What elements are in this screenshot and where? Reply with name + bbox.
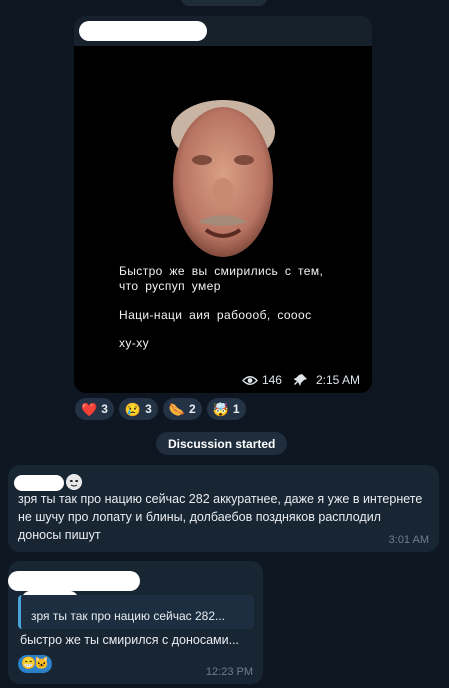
reaction-emojis-icon: 😁🐱 [21, 656, 49, 670]
caption-line: ху-ху [119, 336, 149, 350]
avatar [66, 474, 82, 490]
post-image[interactable]: Быстро же вы смирились с тем, что руспуп… [74, 46, 372, 393]
redacted-channel-name [79, 21, 207, 41]
reaction-mindblown[interactable]: 🤯 1 [206, 398, 246, 420]
comment-reactions[interactable]: 😁🐱 [18, 655, 52, 673]
redacted-sender-name [14, 475, 64, 491]
portrait-image [171, 100, 275, 257]
reactions-row: ❤️ 3 😢 3 🌭 2 🤯 1 [75, 398, 246, 420]
discussion-started-label: Discussion started [156, 432, 288, 455]
heart-icon: ❤️ [81, 401, 98, 417]
reaction-heart[interactable]: ❤️ 3 [75, 398, 114, 420]
comment-bubble[interactable]: зря ты так про нацию сейчас 282... быстр… [8, 561, 263, 684]
eye-icon [241, 375, 258, 385]
caption-line: Наци-наци аия рабоооб, сооос [119, 308, 312, 322]
crying-face-icon: 😢 [124, 401, 142, 417]
reaction-count: 1 [232, 402, 240, 416]
reply-quote[interactable]: зря ты так про нацию сейчас 282... [18, 595, 254, 629]
reaction-count: 3 [101, 402, 108, 416]
hotdog-icon: 🌭 [168, 401, 185, 417]
comment-time: 3:01 AM [388, 534, 429, 546]
comment-text: быстро же ты смирился с доносами... [20, 633, 240, 647]
pin-icon [293, 374, 307, 386]
reaction-count: 2 [188, 402, 196, 416]
views-count: 146 [261, 373, 282, 387]
post-meta: 146 2:15 AM [241, 373, 360, 387]
channel-post[interactable]: Быстро же вы смирились с тем, что руспуп… [74, 16, 372, 393]
comment-time: 12:23 PM [205, 666, 253, 678]
post-time: 2:15 AM [315, 373, 360, 387]
caption-line: Быстро же вы смирились с тем, [119, 264, 324, 278]
date-chip [181, 0, 267, 6]
caption-line: что руспуп умер [119, 279, 221, 293]
reaction-cry[interactable]: 😢 3 [118, 398, 158, 420]
comment-bubble[interactable]: зря ты так про нацию сейчас 282 аккуратн… [8, 465, 439, 552]
reaction-hotdog[interactable]: 🌭 2 [162, 398, 202, 420]
mind-blown-icon: 🤯 [212, 401, 229, 417]
quote-text: зря ты так про нацию сейчас 282... [31, 609, 225, 623]
reaction-count: 3 [145, 402, 152, 416]
redacted-sender-name [8, 571, 140, 591]
comment-text: зря ты так про нацию сейчас 282 аккуратн… [18, 492, 423, 542]
